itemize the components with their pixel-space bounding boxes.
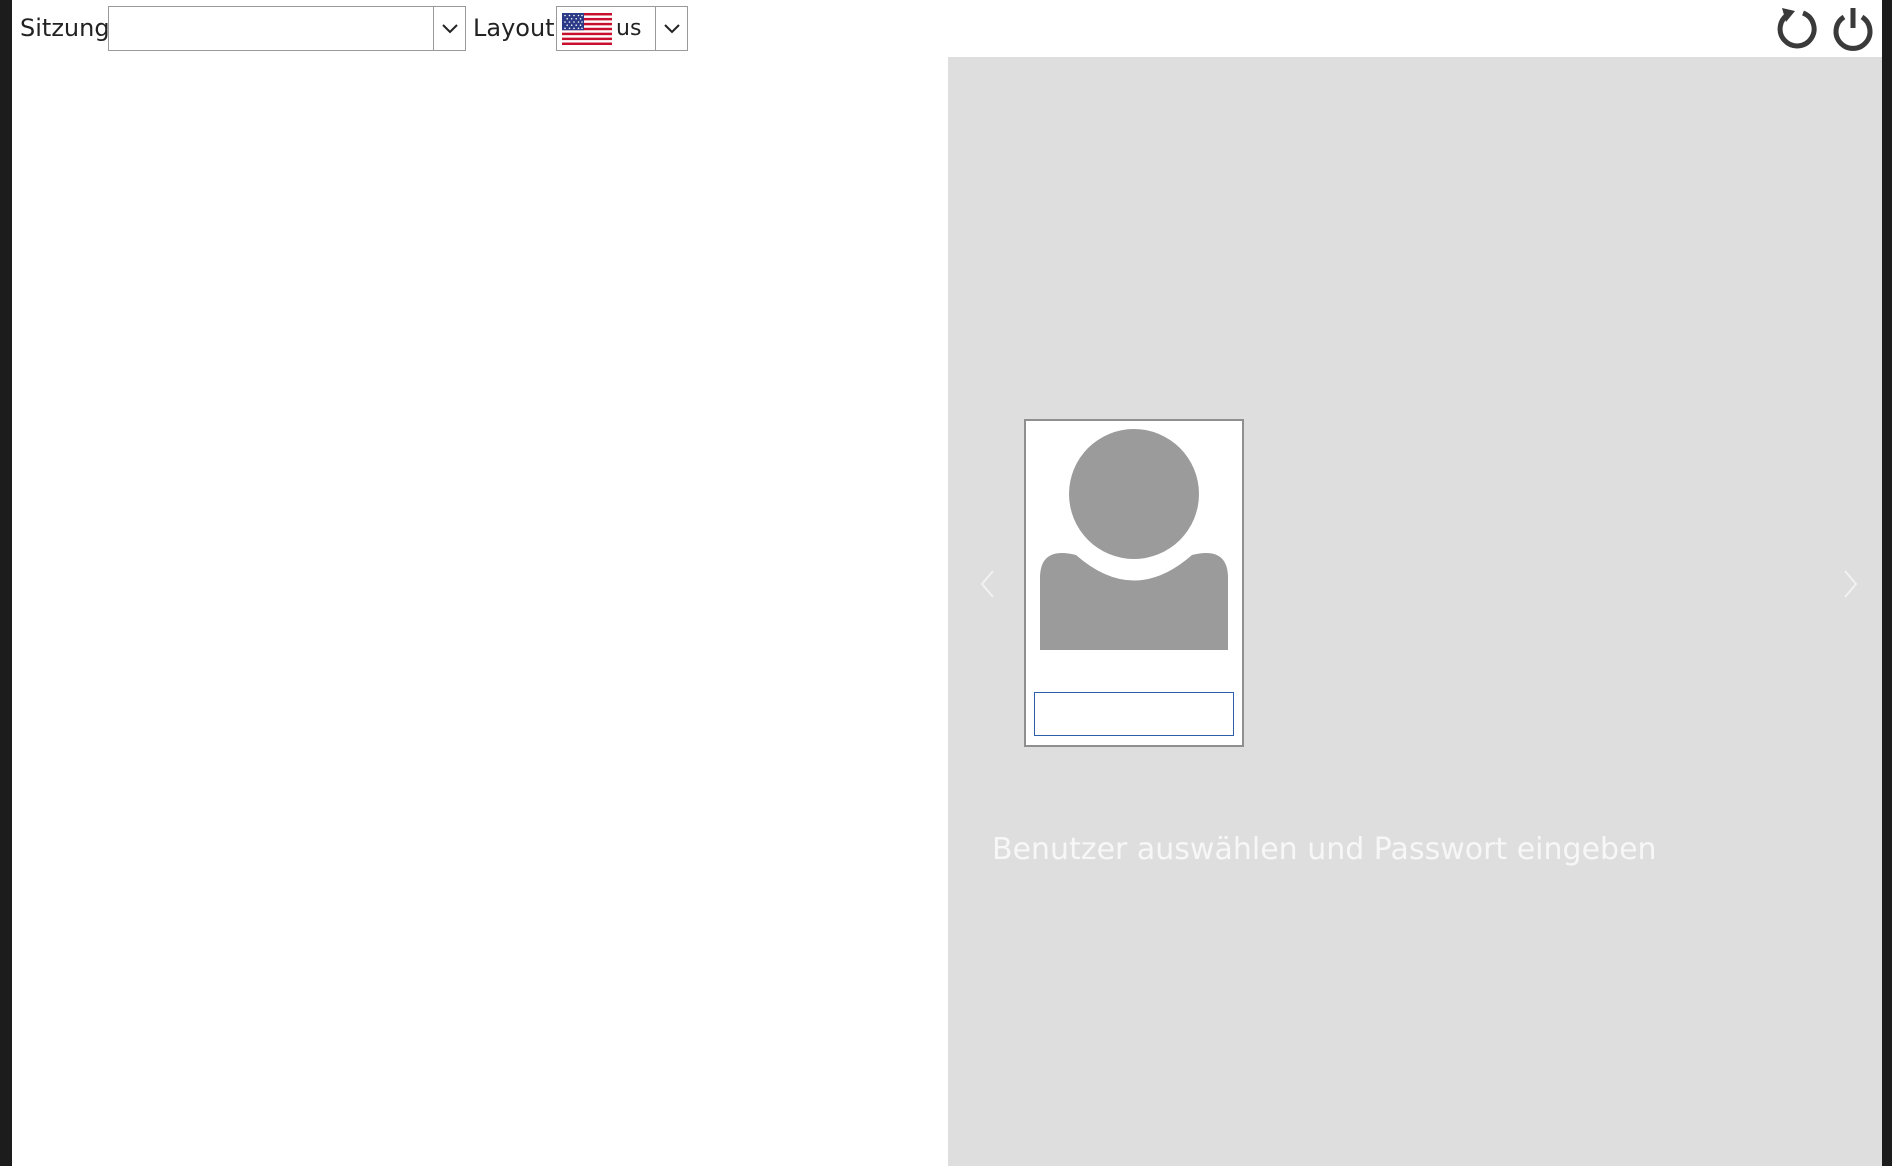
us-flag-icon bbox=[562, 13, 612, 45]
session-combobox[interactable] bbox=[108, 6, 466, 51]
user-card[interactable] bbox=[1024, 419, 1244, 747]
login-screen: Sitzung Layout us Benutzer auswählen und… bbox=[0, 0, 1892, 1166]
session-label: Sitzung bbox=[20, 14, 110, 42]
power-icon[interactable] bbox=[1829, 5, 1877, 53]
login-prompt: Benutzer auswählen und Passwort eingeben bbox=[992, 832, 1657, 867]
session-dropdown-button[interactable] bbox=[433, 7, 465, 50]
screen-border-left bbox=[0, 0, 12, 1166]
screen-border-right bbox=[1882, 0, 1892, 1166]
user-avatar-icon bbox=[1040, 429, 1228, 650]
next-user-arrow-icon[interactable] bbox=[1839, 567, 1861, 601]
layout-value: us bbox=[616, 16, 642, 41]
layout-dropdown-button[interactable] bbox=[655, 7, 687, 50]
chevron-down-icon bbox=[663, 23, 680, 33]
greeter-panel: Benutzer auswählen und Passwort eingeben bbox=[948, 57, 1882, 1166]
password-input[interactable] bbox=[1034, 692, 1234, 736]
layout-label: Layout bbox=[473, 14, 555, 42]
layout-combobox[interactable]: us bbox=[556, 6, 688, 51]
restart-icon[interactable] bbox=[1773, 5, 1821, 53]
previous-user-arrow-icon[interactable] bbox=[977, 567, 999, 601]
chevron-down-icon bbox=[441, 23, 458, 33]
